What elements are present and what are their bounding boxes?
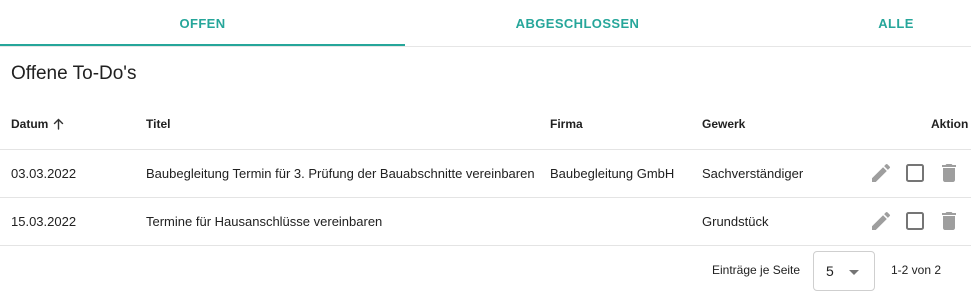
tab-alle[interactable]: ALLE: [750, 0, 977, 47]
column-header-date[interactable]: Datum: [11, 117, 64, 131]
cell-title: Termine für Hausanschlüsse vereinbaren: [146, 213, 383, 229]
column-header-date-label: Datum: [11, 117, 49, 131]
pencil-icon[interactable]: [869, 161, 893, 185]
table-row[interactable]: 03.03.2022 Baubegleitung Termin für 3. P…: [0, 149, 971, 197]
cell-title: Baubegleitung Termin für 3. Prüfung der …: [146, 165, 535, 181]
cell-date: 15.03.2022: [11, 213, 77, 229]
column-header-trade: Gewerk: [702, 117, 746, 131]
arrow-up-icon: [54, 118, 64, 130]
tab-offen[interactable]: OFFEN: [0, 0, 405, 47]
rows-per-page-value: 5: [826, 263, 834, 279]
page-title: Offene To-Do's: [11, 63, 137, 84]
pagination-range: 1-2 von 2: [891, 263, 942, 277]
rows-per-page-label: Einträge je Seite: [712, 263, 801, 277]
rows-per-page-select[interactable]: 5: [813, 251, 875, 291]
cell-firm: Baubegleitung GmbH: [550, 165, 675, 181]
cell-date: 03.03.2022: [11, 165, 77, 181]
table-divider: [0, 245, 971, 246]
column-header-title: Titel: [146, 117, 171, 131]
column-header-firm: Firma: [550, 117, 583, 131]
trash-icon[interactable]: [937, 161, 961, 185]
trash-icon[interactable]: [937, 209, 961, 233]
cell-trade: Sachverständiger: [702, 165, 804, 181]
checkbox-icon[interactable]: [903, 209, 927, 233]
column-header-action: Aktion: [931, 117, 969, 131]
cell-trade: Grundstück: [702, 213, 769, 229]
active-tab-indicator: [0, 44, 405, 46]
table-row[interactable]: 15.03.2022 Termine für Hausanschlüsse ve…: [0, 197, 971, 245]
checkbox-icon[interactable]: [903, 161, 927, 185]
pencil-icon[interactable]: [869, 209, 893, 233]
caret-down-icon: [849, 270, 859, 275]
tab-abgeschlossen[interactable]: ABGESCHLOSSEN: [405, 0, 750, 47]
tab-bar: OFFEN ABGESCHLOSSEN ALLE: [0, 0, 971, 47]
